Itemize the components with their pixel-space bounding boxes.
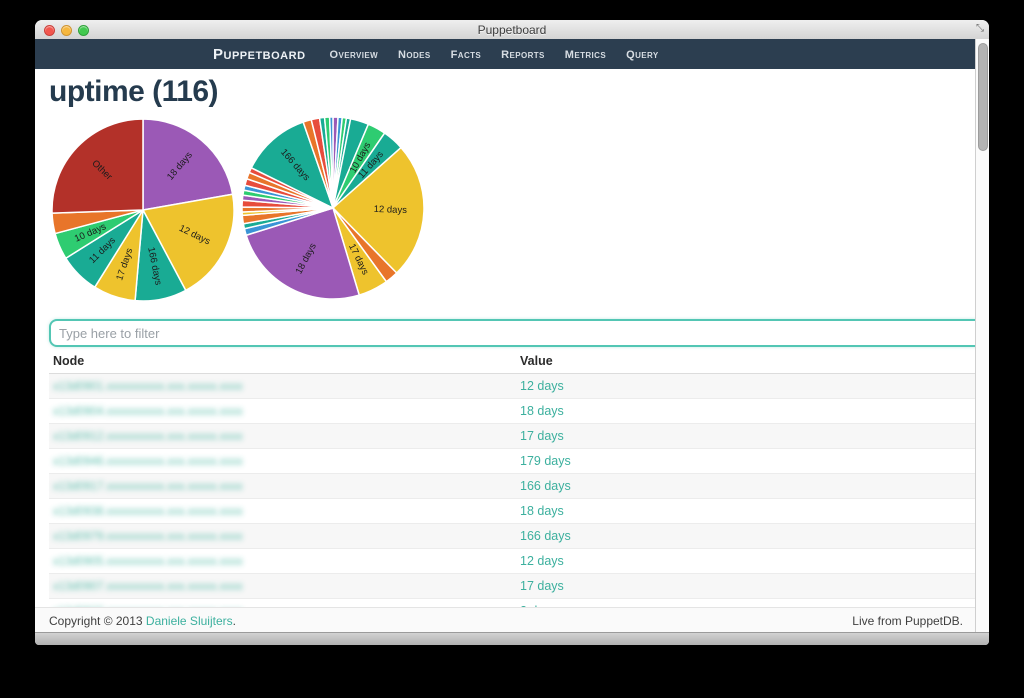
copyright-prefix: Copyright © 2013 [49, 614, 146, 628]
nav-item-facts[interactable]: Facts [451, 49, 482, 61]
pie-slice-label: 12 days [373, 204, 407, 216]
uptime-pie-detailed: 10 days11 days12 days17 days18 days166 d… [240, 115, 426, 301]
nav-item-overview[interactable]: Overview [330, 49, 379, 61]
table-row: x13d0938.xxxxxxxxxx.xxx.xxxxx.xxxx 18 day… [49, 499, 975, 524]
value-link[interactable]: 12 days [520, 554, 564, 568]
author-link[interactable]: Daniele Sluijters [146, 614, 233, 628]
navbar: Puppetboard Overview Nodes Facts Reports Met… [35, 39, 976, 69]
table-row: x13d0917.xxxxxxxxxx.xxx.xxxxx.xxxx 166 da… [49, 474, 975, 499]
nav-item-metrics[interactable]: Metrics [565, 49, 606, 61]
value-link[interactable]: 12 days [520, 379, 564, 393]
nav-item-reports[interactable]: Reports [501, 49, 545, 61]
footer: Copyright © 2013 Daniele Sluijters. Live… [35, 607, 989, 633]
table-row: x13d0905.xxxxxxxxxx.xxx.xxxxx.xxxx 12 day… [49, 549, 975, 574]
table-row: x13d0923.xxxxxxxxxx.xxx.xxxxx.xxxx2 days [49, 599, 975, 608]
nav-item-nodes[interactable]: Nodes [398, 49, 431, 61]
value-link[interactable]: 166 days [520, 479, 571, 493]
window-bottom-chrome [35, 632, 989, 645]
table-row: x13d0901.xxxxxxxxxx.xxx.xxxxx.xxxx 12 day… [49, 374, 975, 399]
page-content: uptime (116) 18 days12 days166 days17 da… [35, 69, 976, 607]
node-link-blurred[interactable]: x13d0946.xxxxxxxxxx.xxx.xxxxx.xxxx [53, 456, 243, 468]
node-link-blurred[interactable]: x13d0917.xxxxxxxxxx.xxx.xxxxx.xxxx [53, 481, 243, 493]
copyright-suffix: . [233, 614, 236, 628]
nav-item-query[interactable]: Query [626, 49, 659, 61]
node-link-blurred[interactable]: x13d0912.xxxxxxxxxx.xxx.xxxxx.xxxx [53, 431, 243, 443]
table-row: x13d0912.xxxxxxxxxx.xxx.xxxxx.xxxx 17 day… [49, 424, 975, 449]
nav-items: Overview Nodes Facts Reports Metrics Query [330, 45, 679, 63]
node-link-blurred[interactable]: x13d0938.xxxxxxxxxx.xxx.xxxxx.xxxx [53, 506, 243, 518]
value-link[interactable]: 17 days [520, 579, 564, 593]
value-link[interactable]: 179 days [520, 454, 571, 468]
table-row: x13d0979.xxxxxxxxxx.xxx.xxxxx.xxxx 166 da… [49, 524, 975, 549]
node-link-blurred[interactable]: x13d0901.xxxxxxxxxx.xxx.xxxxx.xxxx [53, 381, 243, 393]
brand-link[interactable]: Puppetboard [213, 46, 306, 63]
node-link-blurred[interactable]: x13d0907.xxxxxxxxxx.xxx.xxxxx.xxxx [53, 581, 243, 593]
uptime-pie-grouped: 18 days12 days166 days17 days11 days10 d… [50, 117, 236, 303]
fact-table: Node Value x13d0901.xxxxxxxxxx.xxx.xxxxx… [49, 349, 975, 607]
app-window: Puppetboard ⤡ Puppetboard Overview Nodes F… [35, 20, 989, 645]
node-link-blurred[interactable]: x13d0979.xxxxxxxxxx.xxx.xxxxx.xxxx [53, 531, 243, 543]
resize-icon[interactable]: ⤡ [976, 23, 984, 35]
value-link[interactable]: 166 days [520, 529, 571, 543]
scrollbar-thumb[interactable] [978, 43, 988, 151]
scrollbar-track[interactable] [975, 39, 989, 632]
table-row: x13d0907.xxxxxxxxxx.xxx.xxxxx.xxxx 17 day… [49, 574, 975, 599]
column-header-node: Node [49, 349, 516, 374]
node-link-blurred[interactable]: x13d0904.xxxxxxxxxx.xxx.xxxxx.xxxx [53, 406, 243, 418]
value-link[interactable]: 17 days [520, 429, 564, 443]
node-link-blurred[interactable]: x13d0905.xxxxxxxxxx.xxx.xxxxx.xxxx [53, 556, 243, 568]
window-title: Puppetboard [35, 23, 989, 37]
table-header-row: Node Value [49, 349, 975, 374]
live-from-puppetdb-text: Live from PuppetDB. [852, 614, 963, 628]
value-link[interactable]: 18 days [520, 504, 564, 518]
table-row: x13d0946.xxxxxxxxxx.xxx.xxxxx.xxxx 179 da… [49, 449, 975, 474]
table-row: x13d0904.xxxxxxxxxx.xxx.xxxxx.xxxx 18 day… [49, 399, 975, 424]
filter-input[interactable] [49, 319, 976, 347]
page-title: uptime (116) [49, 75, 218, 109]
copyright-text: Copyright © 2013 Daniele Sluijters. [49, 614, 236, 628]
value-link[interactable]: 18 days [520, 404, 564, 418]
titlebar[interactable]: Puppetboard ⤡ [35, 20, 989, 40]
column-header-value: Value [516, 349, 975, 374]
